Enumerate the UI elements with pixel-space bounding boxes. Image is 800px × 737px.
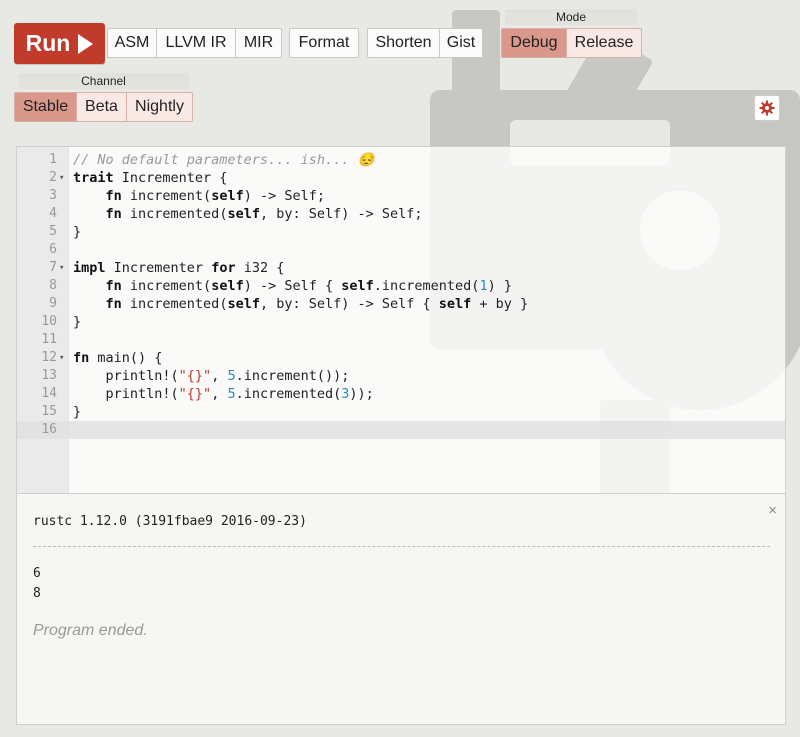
code-text: } [73, 224, 82, 240]
mode-legend: Mode [505, 9, 637, 25]
line-number: 11 [41, 332, 57, 347]
channel-legend: Channel [18, 73, 189, 89]
line-number: 10 [41, 314, 57, 329]
beta-button[interactable]: Beta [77, 92, 127, 122]
code-text: fn main() { [73, 350, 163, 366]
llvm-ir-button[interactable]: LLVM IR [157, 28, 236, 58]
fold-arrow-icon[interactable]: ▾ [59, 259, 64, 277]
code-line[interactable]: 9 fn incremented(self, by: Self) -> Self… [17, 295, 785, 313]
fold-arrow-icon[interactable]: ▾ [59, 169, 64, 187]
code-text: } [73, 314, 82, 330]
close-icon[interactable]: × [768, 502, 777, 519]
build-output-group: ASM LLVM IR MIR [107, 28, 282, 58]
code-line[interactable]: 1 // No default parameters... ish... 😔 [17, 151, 785, 169]
asm-button[interactable]: ASM [107, 28, 157, 58]
line-number: 13 [41, 368, 57, 383]
code-line[interactable]: 13 println!("{}", 5.increment()); [17, 367, 785, 385]
run-button[interactable]: Run [14, 23, 105, 64]
stdout-line: 6 [33, 566, 41, 581]
program-status: Program ended. [33, 622, 148, 639]
code-line[interactable]: 3 fn increment(self) -> Self; [17, 187, 785, 205]
code-line[interactable]: 8 fn increment(self) -> Self { self.incr… [17, 277, 785, 295]
code-text: // No default parameters... ish... 😔 [73, 152, 375, 168]
line-number: 14 [41, 386, 57, 401]
line-number: 2 [49, 170, 57, 185]
code-text: fn increment(self) -> Self; [105, 188, 325, 204]
line-number: 4 [49, 206, 57, 221]
debug-button[interactable]: Debug [501, 28, 567, 58]
code-text: println!("{}", 5.increment()); [73, 368, 350, 384]
code-editor[interactable]: 1// No default parameters... ish... 😔 2 ▾ t… [16, 146, 786, 494]
code-line[interactable]: 16 [17, 421, 785, 439]
stable-button[interactable]: Stable [14, 92, 77, 122]
code-text: impl Incrementer for i32 { [73, 260, 285, 276]
line-number: 7 [49, 260, 57, 275]
line-number: 15 [41, 404, 57, 419]
channel-group: Stable Beta Nightly [14, 92, 193, 122]
config-button[interactable] [754, 95, 780, 121]
code-text: println!("{}", 5.incremented(3)); [73, 386, 374, 402]
fold-arrow-icon[interactable]: ▾ [59, 349, 64, 367]
play-icon [78, 33, 94, 54]
line-number: 5 [49, 224, 57, 239]
code-line[interactable]: 2 ▾ trait Incrementer { [17, 169, 785, 187]
code-line[interactable]: 10} [17, 313, 785, 331]
code-line[interactable]: 5} [17, 223, 785, 241]
run-label: Run [25, 30, 71, 56]
stdout-line: 8 [33, 586, 41, 601]
output-panel: × rustc 1.12.0 (3191fbae9 2016-09-23) 6 … [16, 493, 786, 725]
code-text: fn increment(self) -> Self { self.increm… [105, 278, 512, 294]
code-line[interactable]: 11 [17, 331, 785, 349]
line-number: 6 [49, 242, 57, 257]
line-number: 9 [49, 296, 57, 311]
shorten-button[interactable]: Shorten [367, 28, 440, 58]
line-number: 12 [41, 350, 57, 365]
compiler-version: rustc 1.12.0 (3191fbae9 2016-09-23) [33, 514, 307, 529]
code-text: trait Incrementer { [73, 170, 228, 186]
release-button[interactable]: Release [567, 28, 642, 58]
code-line[interactable]: 12 ▾ fn main() { [17, 349, 785, 367]
line-number: 16 [41, 422, 57, 437]
code-text: fn incremented(self, by: Self) -> Self {… [105, 296, 529, 312]
nightly-button[interactable]: Nightly [127, 92, 193, 122]
code-line[interactable]: 15} [17, 403, 785, 421]
format-button[interactable]: Format [289, 28, 359, 58]
code-line[interactable]: 7 ▾ impl Incrementer for i32 { [17, 259, 785, 277]
code-text: fn incremented(self, by: Self) -> Self; [105, 206, 423, 222]
mode-group: Debug Release [501, 28, 642, 58]
share-group: Shorten Gist [367, 28, 483, 58]
output-divider [33, 546, 770, 547]
line-number: 1 [49, 152, 57, 167]
line-number: 3 [49, 188, 57, 203]
code-text: } [73, 404, 82, 420]
line-number: 8 [49, 278, 57, 293]
gist-button[interactable]: Gist [440, 28, 483, 58]
code-line[interactable]: 14 println!("{}", 5.incremented(3)); [17, 385, 785, 403]
mir-button[interactable]: MIR [236, 28, 282, 58]
gear-icon [759, 100, 775, 116]
code-line[interactable]: 4 fn incremented(self, by: Self) -> Self… [17, 205, 785, 223]
code-line[interactable]: 6 [17, 241, 785, 259]
